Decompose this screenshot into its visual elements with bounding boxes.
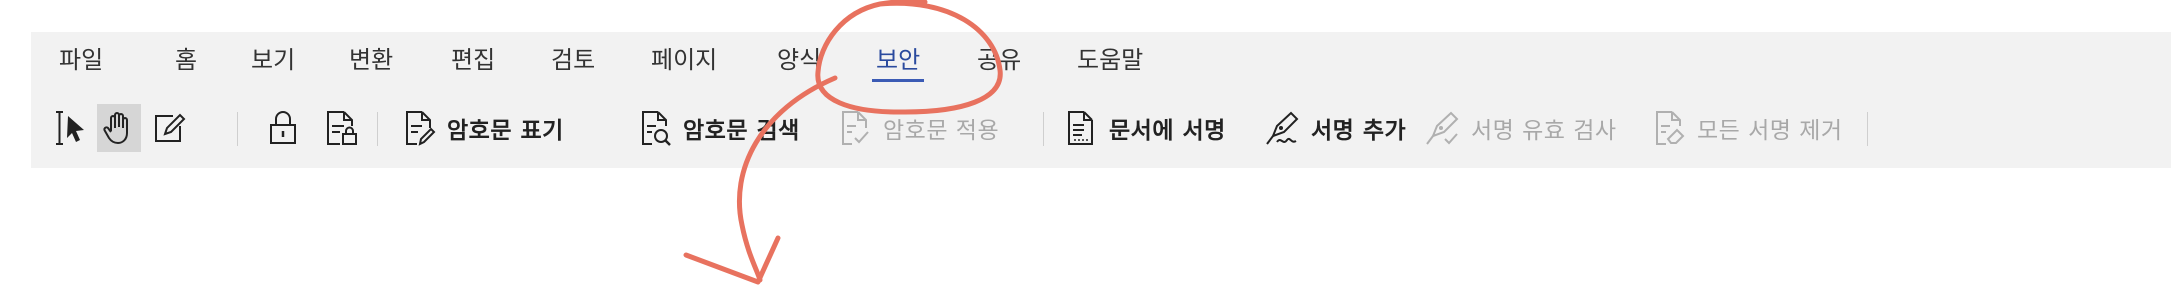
redaction-apply-label: 암호문 적용 [883, 118, 1000, 144]
document-sign-icon [1061, 106, 1101, 150]
add-signature-label: 서명 추가 [1311, 118, 1407, 144]
hand-icon [103, 112, 128, 144]
tab-review[interactable]: 검토 [551, 40, 595, 80]
edit-box-icon [155, 113, 186, 142]
password-protect-button[interactable] [261, 104, 305, 152]
tab-security-label: 보안 [876, 46, 921, 74]
document-check-icon [835, 106, 875, 150]
text-cursor-select-icon [56, 111, 84, 145]
sign-document-label: 문서에 서명 [1109, 118, 1226, 144]
redaction-search-label: 암호문 검색 [683, 118, 800, 144]
permissions-button[interactable] [319, 104, 363, 152]
document-eraser-icon [1649, 106, 1689, 150]
redaction-search-button[interactable]: 암호문 검색 [635, 104, 800, 152]
document-search-icon [635, 106, 675, 150]
arrow-head [683, 235, 781, 285]
tab-help[interactable]: 도움말 [1077, 40, 1143, 80]
add-signature-button[interactable]: 서명 추가 [1263, 104, 1406, 152]
separator [1043, 112, 1044, 146]
tab-forms[interactable]: 양식 [777, 40, 821, 80]
redaction-mark-button[interactable]: 암호문 표기 [399, 104, 564, 152]
security-toolbar: 암호문 표기 암호문 검색 암호문 적용 문서에 서명 서명 추가 서명 유효 … [31, 98, 2171, 158]
document-lock-icon [327, 111, 357, 145]
validate-signatures-label: 서명 유효 검사 [1471, 118, 1617, 144]
tab-convert[interactable]: 변환 [349, 40, 393, 80]
remove-signatures-button[interactable]: 모든 서명 제거 [1649, 104, 1843, 152]
document-pen-icon [399, 106, 439, 150]
tab-home[interactable]: 홈 [175, 40, 197, 80]
ribbon: 파일 홈 보기 변환 편집 검토 페이지 양식 보안 공유 도움말 암호문 표기… [31, 32, 2171, 168]
separator [1867, 112, 1868, 146]
hand-tool-button[interactable] [97, 104, 141, 152]
tab-security[interactable]: 보안 [872, 40, 925, 82]
ribbon-tab-bar: 파일 홈 보기 변환 편집 검토 페이지 양식 보안 공유 도움말 [31, 32, 2171, 88]
edit-tool-button[interactable] [147, 104, 191, 152]
tab-view[interactable]: 보기 [251, 40, 295, 80]
redaction-apply-button[interactable]: 암호문 적용 [835, 104, 999, 152]
active-tab-indicator [872, 79, 925, 82]
select-tool-button[interactable] [49, 104, 93, 152]
lock-icon [270, 111, 296, 144]
tab-share[interactable]: 공유 [977, 40, 1021, 80]
separator [237, 112, 238, 146]
sign-document-button[interactable]: 문서에 서명 [1061, 104, 1226, 152]
tab-file[interactable]: 파일 [59, 40, 103, 80]
separator [377, 112, 378, 146]
tab-edit[interactable]: 편집 [451, 40, 495, 80]
pen-signature-icon [1263, 106, 1303, 150]
pen-check-icon [1423, 106, 1463, 150]
redaction-mark-label: 암호문 표기 [447, 118, 564, 144]
remove-signatures-label: 모든 서명 제거 [1697, 118, 1843, 144]
tab-page[interactable]: 페이지 [651, 40, 717, 80]
validate-signatures-button[interactable]: 서명 유효 검사 [1423, 104, 1617, 152]
